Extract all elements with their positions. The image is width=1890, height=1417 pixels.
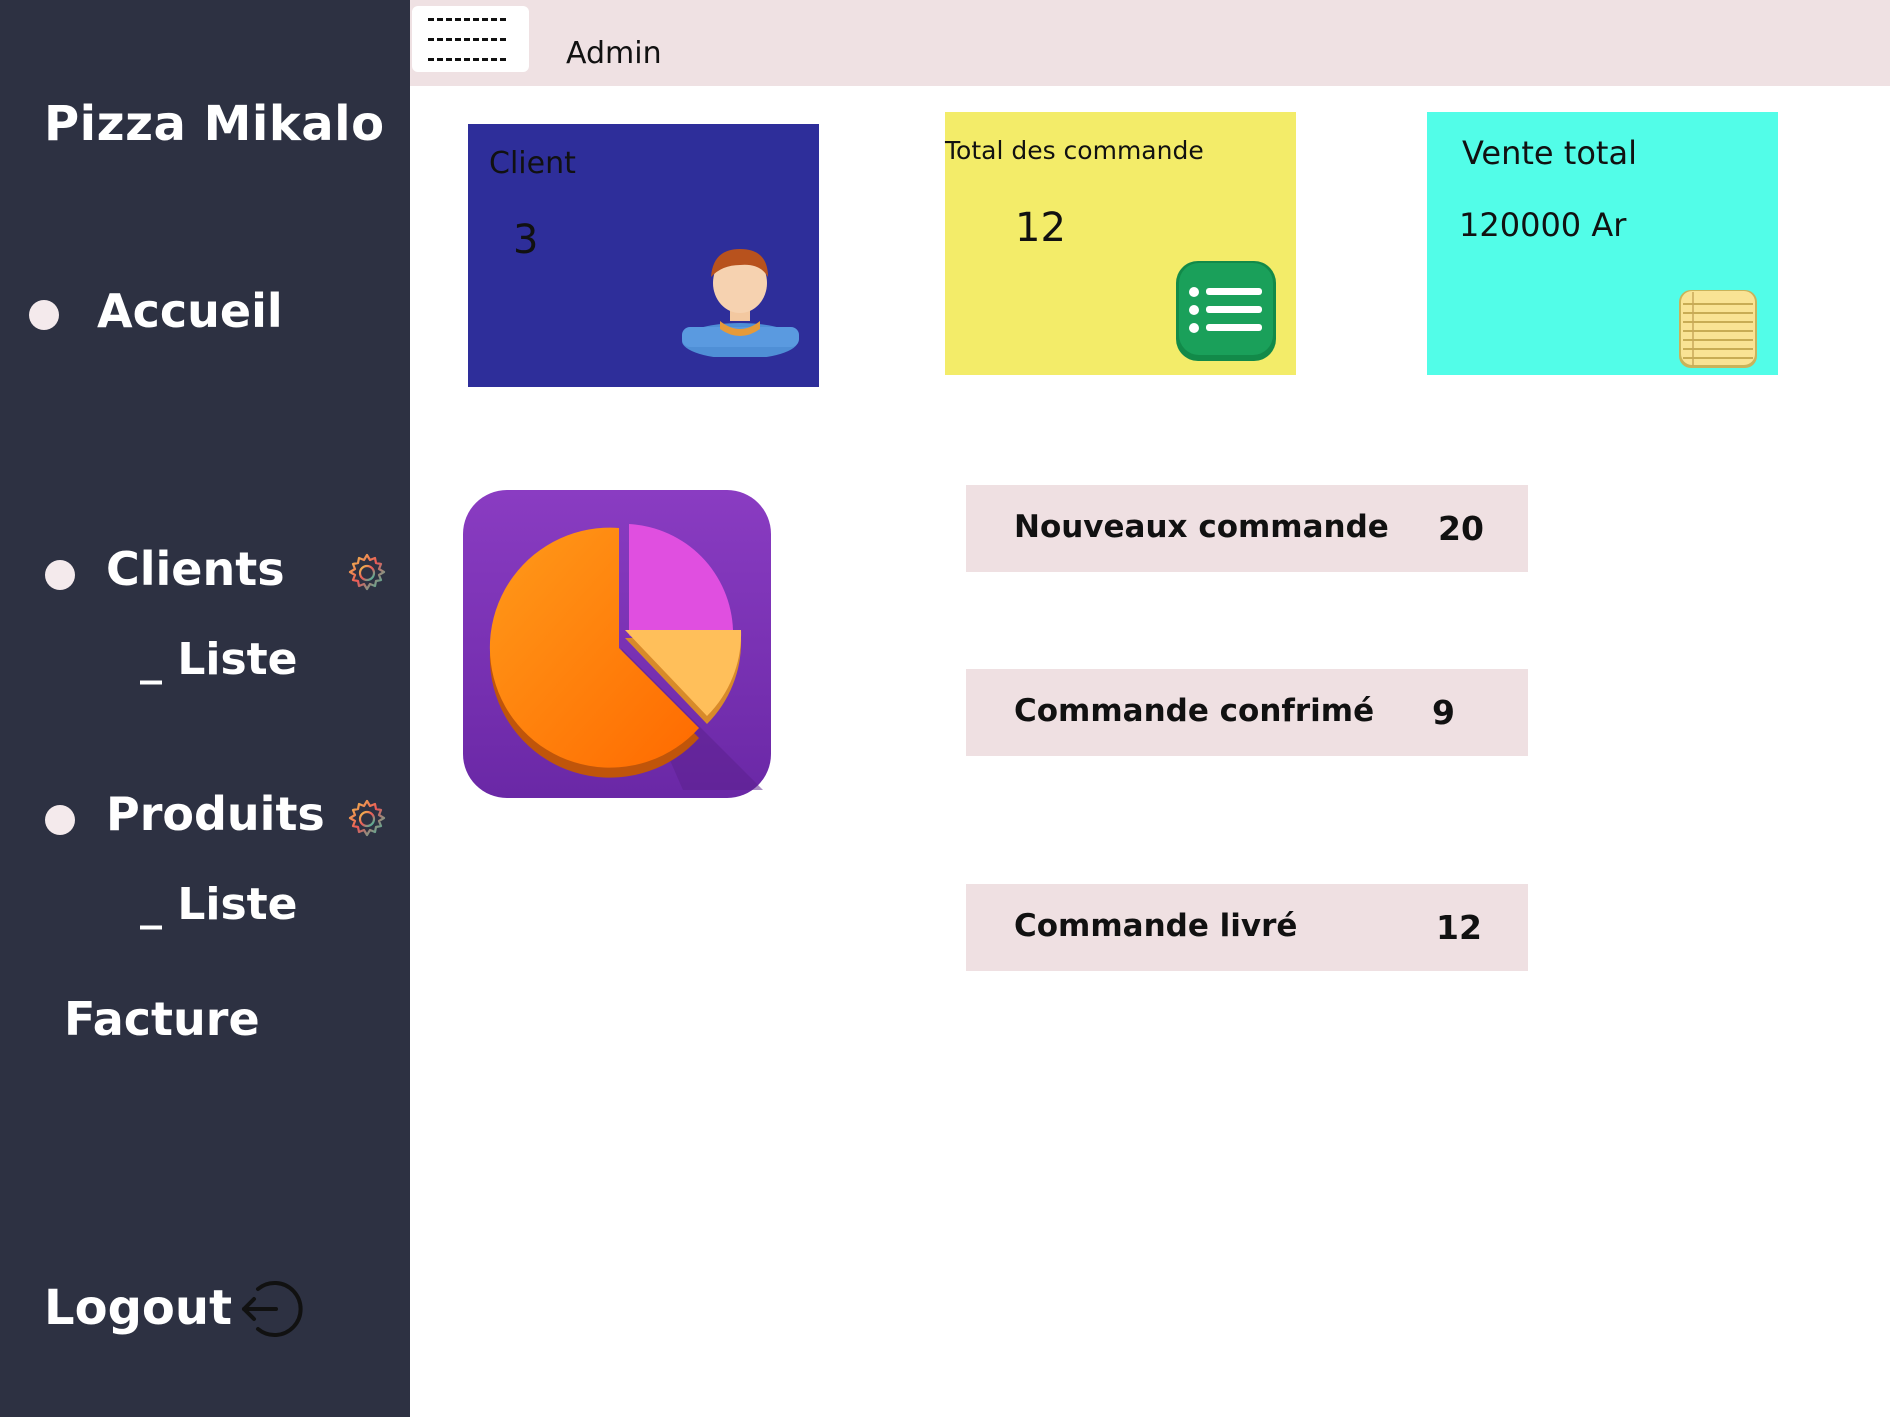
bullet-icon xyxy=(45,805,75,835)
brand-title: Pizza Mikalo xyxy=(44,96,385,152)
card-value: 12 xyxy=(1015,205,1066,251)
card-title: Client xyxy=(489,146,576,181)
menu-toggle-button[interactable] xyxy=(412,6,529,72)
orders-card[interactable]: Total des commande 12 xyxy=(945,112,1296,375)
menu-line xyxy=(428,58,506,61)
stat-delivered-orders[interactable]: Commande livré 12 xyxy=(966,884,1528,971)
card-value: 120000 Ar xyxy=(1459,206,1627,244)
stat-label: Commande livré xyxy=(1014,908,1298,944)
pie-chart-icon xyxy=(463,490,771,798)
nav-clients-label[interactable]: Clients xyxy=(106,542,285,596)
stat-new-orders[interactable]: Nouveaux commande 20 xyxy=(966,485,1528,572)
top-bar: Admin xyxy=(410,0,1890,86)
sidebar: Pizza Mikalo Accueil Clients _ Liste Pro… xyxy=(0,0,410,1417)
stat-confirmed-orders[interactable]: Commande confrimé 9 xyxy=(966,669,1528,756)
card-title: Vente total xyxy=(1462,134,1637,172)
nav-accueil-label[interactable]: Accueil xyxy=(97,284,283,338)
list-icon xyxy=(1176,261,1276,361)
nav-produits-label[interactable]: Produits xyxy=(106,787,325,841)
gear-icon[interactable] xyxy=(345,797,389,841)
stat-label: Nouveaux commande xyxy=(1014,509,1389,545)
nav-produits-liste[interactable]: _ Liste xyxy=(140,879,298,930)
menu-line xyxy=(428,38,506,41)
card-value: 3 xyxy=(513,217,539,263)
nav-clients-liste[interactable]: _ Liste xyxy=(140,634,298,685)
card-title: Total des commande xyxy=(945,136,1204,165)
user-avatar-icon xyxy=(682,249,799,357)
notepad-icon xyxy=(1679,290,1757,368)
stat-label: Commande confrimé xyxy=(1014,693,1375,729)
logout-button[interactable]: Logout xyxy=(44,1280,232,1336)
nav-facture[interactable]: Facture xyxy=(64,992,260,1046)
menu-line xyxy=(428,18,506,21)
bullet-icon xyxy=(29,300,59,330)
bullet-icon xyxy=(45,560,75,590)
stat-value: 20 xyxy=(1438,509,1484,548)
gear-icon[interactable] xyxy=(345,551,389,595)
stat-value: 9 xyxy=(1432,693,1455,732)
client-card[interactable]: Client 3 xyxy=(468,124,819,387)
user-role-label: Admin xyxy=(566,36,662,71)
stat-value: 12 xyxy=(1436,908,1482,947)
logout-icon[interactable] xyxy=(236,1275,304,1343)
sales-card[interactable]: Vente total 120000 Ar xyxy=(1427,112,1778,375)
